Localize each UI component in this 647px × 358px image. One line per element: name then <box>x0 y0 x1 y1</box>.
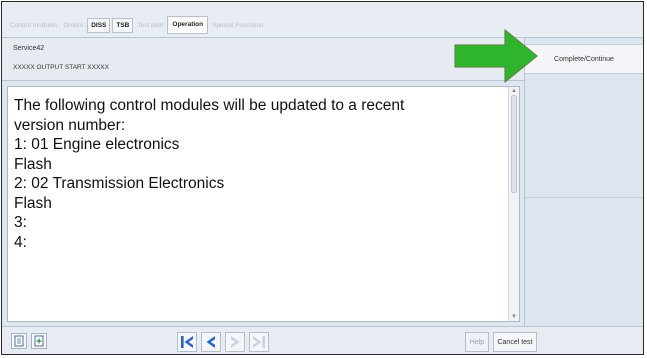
chevron-left-icon <box>206 336 215 348</box>
tab-list: Control modules Orders DISS TSB Test pla… <box>8 16 267 34</box>
message-panel: The following control modules will be up… <box>7 86 520 322</box>
message-line: Flash <box>14 194 52 212</box>
document-button[interactable] <box>11 333 27 349</box>
tab-operation[interactable]: Operation <box>167 16 209 34</box>
message-text: The following control modules will be up… <box>8 87 519 252</box>
first-page-button[interactable] <box>177 332 197 352</box>
skip-to-end-icon <box>253 336 265 348</box>
scrollbar-thumb[interactable] <box>511 95 517 193</box>
next-button <box>225 332 245 352</box>
tab-special-functions[interactable]: Special Functions <box>210 19 265 32</box>
service-subtitle: XXXXX OUTPUT START XXXXX <box>13 64 109 71</box>
message-line: The following control modules will be up… <box>14 97 405 114</box>
right-panel: Complete/Continue <box>524 38 643 326</box>
message-line: 1: 01 Engine electronics <box>14 136 180 153</box>
bottom-toolbar: Help Cancel test <box>2 326 643 354</box>
last-page-button <box>249 332 269 352</box>
document-add-icon <box>34 335 44 347</box>
service-header: Service42 XXXXX OUTPUT START XXXXX <box>2 38 524 81</box>
tab-control-modules[interactable]: Control modules <box>8 19 59 32</box>
chevron-right-icon <box>231 336 240 348</box>
message-line: 4: <box>14 233 27 251</box>
document-add-button[interactable] <box>31 333 47 349</box>
document-icon <box>14 335 24 347</box>
cancel-test-button[interactable]: Cancel test <box>493 332 537 352</box>
message-line: Flash <box>14 155 52 173</box>
arrow-right-icon <box>453 28 539 84</box>
scroll-down-icon[interactable]: ▼ <box>511 314 517 320</box>
tab-orders[interactable]: Orders <box>61 19 85 32</box>
message-line: 2: 02 Transmission Electronics <box>14 175 225 192</box>
vertical-scrollbar[interactable]: ▲ ▼ <box>508 87 519 321</box>
complete-continue-button[interactable]: Complete/Continue <box>525 44 643 74</box>
previous-button[interactable] <box>201 332 221 352</box>
tab-bar: Control modules Orders DISS TSB Test pla… <box>2 2 643 38</box>
message-line: 3: <box>14 214 27 231</box>
tab-test-plan[interactable]: Test plan <box>135 19 165 32</box>
service-title: Service42 <box>13 45 45 52</box>
scroll-up-icon[interactable]: ▲ <box>511 88 517 94</box>
message-line: version number: <box>14 116 126 134</box>
tab-diss[interactable]: DISS <box>87 17 111 33</box>
tab-tsb[interactable]: TSB <box>112 17 134 33</box>
diagnostic-window: Control modules Orders DISS TSB Test pla… <box>1 1 644 355</box>
skip-to-start-icon <box>181 336 193 348</box>
panel-divider <box>525 197 643 198</box>
help-button[interactable]: Help <box>465 332 489 352</box>
